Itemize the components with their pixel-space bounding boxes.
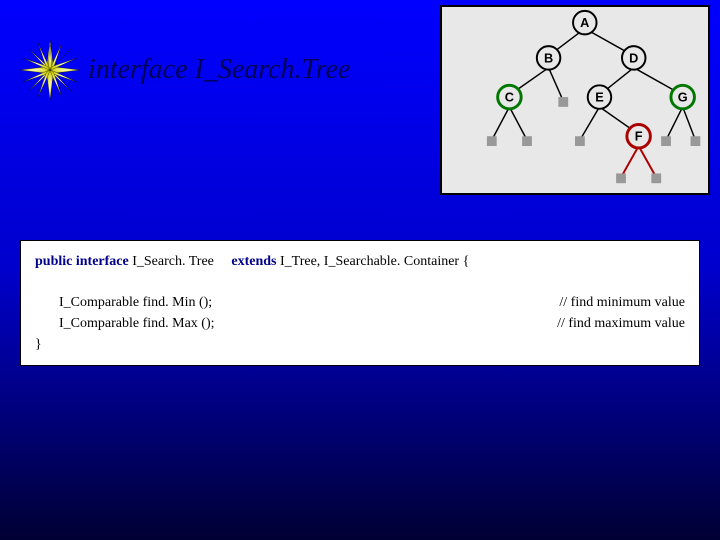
tree-node-d: D: [629, 50, 638, 65]
tree-diagram: A B D C E G F: [440, 5, 710, 195]
tree-node-c: C: [505, 90, 514, 105]
starburst-icon: [20, 40, 80, 100]
slide-title-row: interface I_Search.Tree: [20, 40, 350, 100]
tree-node-e: E: [595, 90, 603, 105]
code-method-findmin: I_Comparable find. Min (); // find minim…: [35, 292, 685, 313]
code-declaration: public interface I_Search. Tree extends …: [35, 251, 685, 272]
code-method-findmax: I_Comparable find. Max (); // find maxim…: [35, 313, 685, 334]
code-close-brace: }: [35, 334, 685, 355]
tree-node-g: G: [678, 90, 688, 105]
slide-title: interface I_Search.Tree: [88, 54, 350, 86]
tree-node-a: A: [580, 15, 589, 30]
tree-node-f: F: [635, 129, 643, 144]
tree-node-b: B: [544, 50, 553, 65]
code-snippet: public interface I_Search. Tree extends …: [20, 240, 700, 366]
